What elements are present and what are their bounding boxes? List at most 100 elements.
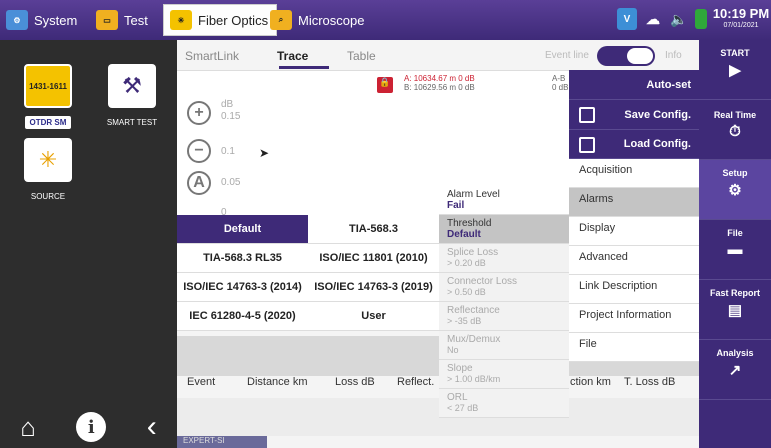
clock: 10:19 PM 07/01/2021 [711, 0, 771, 40]
alarm-mux-demux: Mux/Demux No [439, 331, 569, 360]
load-config-label: Load Config. [623, 138, 691, 150]
alarm-level[interactable]: Alarm Level Fail [439, 186, 569, 215]
home-icon[interactable]: ⌂ [20, 412, 36, 443]
alarm-slope: Slope > 1.00 dB/km [439, 360, 569, 389]
alarm-threshold[interactable]: Threshold Default [439, 215, 569, 244]
autoset-label: Auto-set [646, 78, 691, 91]
y-tick: 0.05 [221, 177, 241, 188]
start-label: START [720, 48, 750, 58]
tab-system[interactable]: ⚙ System [6, 4, 77, 36]
fast-report-button[interactable]: Fast Report ▤ [699, 280, 771, 340]
zoom-in-icon[interactable]: + [187, 101, 211, 125]
threshold-value: Default [447, 229, 481, 240]
report-icon: ▤ [727, 302, 743, 319]
col-event: Event [187, 376, 216, 388]
top-bar: ⚙ System ▭ Test ✳ Fiber Optics ⌕ Microsc… [0, 0, 771, 40]
marker-readout: A: 10634.67 m 0 dB B: 10629.56 m 0 dB [404, 74, 475, 92]
module-otdr-label: OTDR SM [24, 116, 72, 129]
clock-time: 10:19 PM [712, 6, 770, 21]
folder-icon: ▬ [727, 241, 743, 258]
std-tia-568-3-rl35[interactable]: TIA-568.3 RL35 [177, 244, 308, 273]
test-icon: ▭ [96, 10, 118, 30]
menu-link-description[interactable]: Link Description [569, 275, 699, 304]
left-sidebar: 1431-1611 OTDR SM ⚒ SMART TEST ✳ SOURCE [0, 40, 177, 448]
std-default[interactable]: Default [177, 215, 308, 244]
tab-fiber-optics-label: Fiber Optics [198, 12, 269, 28]
load-config-button[interactable]: Load Config. [569, 130, 699, 159]
vnc-icon[interactable]: V [617, 8, 637, 30]
module-otdr-sm[interactable]: 1431-1611 OTDR SM [8, 64, 88, 129]
menu-file[interactable]: File [569, 333, 699, 362]
tab-smartlink[interactable]: SmartLink [185, 49, 239, 63]
menu-display[interactable]: Display [569, 217, 699, 246]
splice-loss-value: > 0.20 dB [447, 258, 486, 268]
col-reflect: Reflect. [397, 376, 435, 388]
tab-test-label: Test [124, 12, 148, 28]
std-tia-568-3[interactable]: TIA-568.3 [308, 215, 439, 244]
std-iec-61280-2020[interactable]: IEC 61280-4-5 (2020) [177, 302, 308, 331]
fiber-icon: ✳ [170, 10, 192, 30]
alarm-reflectance: Reflectance > -35 dB [439, 302, 569, 331]
cloud-icon[interactable]: ☁ [643, 8, 663, 30]
menu-advanced[interactable]: Advanced [569, 246, 699, 275]
real-time-button[interactable]: Real Time ⏱ [699, 100, 771, 160]
module-smart-test-label: SMART TEST [106, 118, 158, 127]
slope-value: > 1.00 dB/km [447, 374, 501, 384]
start-button[interactable]: START ▶ [699, 40, 771, 100]
sub-tabs: SmartLink Trace Table Event line Info [177, 40, 699, 70]
info-icon[interactable]: i [76, 412, 107, 442]
col-distance: Distance km [247, 376, 308, 388]
tab-test[interactable]: ▭ Test [96, 4, 148, 36]
real-time-label: Real Time [713, 110, 757, 120]
alarm-connector-loss: Connector Loss > 0.50 dB [439, 273, 569, 302]
setup-label: Setup [722, 168, 748, 178]
status-icons: V ☁ 🔈 [617, 8, 707, 30]
module-source[interactable]: ✳ SOURCE [8, 138, 88, 203]
tab-fiber-optics[interactable]: ✳ Fiber Optics [163, 4, 278, 36]
autoscale-icon[interactable]: A [187, 171, 211, 195]
std-iso-14763-2019[interactable]: ISO/IEC 14763-3 (2019) [308, 273, 439, 302]
clock-date: 07/01/2021 [723, 22, 759, 29]
orl-label: ORL [447, 392, 468, 403]
event-line-toggle[interactable] [597, 46, 655, 66]
save-icon [579, 107, 595, 123]
file-label: File [727, 228, 743, 238]
alarm-level-value: Fail [447, 200, 465, 211]
menu-acquisition[interactable]: Acquisition [569, 159, 699, 188]
setup-button[interactable]: Setup ⚙ [699, 160, 771, 220]
tab-table[interactable]: Table [347, 49, 376, 63]
std-user[interactable]: User [308, 302, 439, 331]
module-smart-test[interactable]: ⚒ SMART TEST [92, 64, 172, 129]
analysis-icon: ↗ [728, 362, 742, 379]
alarm-orl: ORL < 27 dB [439, 389, 569, 418]
bottom-nav: ⌂ i ‹ [0, 406, 177, 448]
info-label: Info [665, 50, 682, 61]
col-total-loss: T. Loss dB [624, 376, 676, 388]
menu-project-information[interactable]: Project Information [569, 304, 699, 333]
y-unit: dB [221, 99, 234, 110]
file-button[interactable]: File ▬ [699, 220, 771, 280]
std-iso-14763-2014[interactable]: ISO/IEC 14763-3 (2014) [177, 273, 308, 302]
analysis-button[interactable]: Analysis ↗ [699, 340, 771, 400]
autoset-button[interactable]: Auto-set [569, 70, 699, 100]
play-icon: ▶ [729, 62, 741, 79]
results-table-body [177, 398, 699, 436]
tab-microscope[interactable]: ⌕ Microscope [270, 4, 364, 36]
cursor-pointer: ➤ [259, 146, 270, 160]
tab-microscope-label: Microscope [298, 12, 365, 28]
save-config-label: Save Config. [624, 108, 691, 121]
reflectance-label: Reflectance [447, 305, 500, 316]
back-icon[interactable]: ‹ [147, 410, 157, 444]
y-tick: 0.15 [221, 111, 241, 122]
fast-report-label: Fast Report [709, 288, 760, 298]
menu-alarms[interactable]: Alarms [569, 188, 699, 217]
tab-trace[interactable]: Trace [277, 49, 308, 63]
zoom-out-icon[interactable]: − [187, 139, 211, 163]
save-config-button[interactable]: Save Config. [569, 100, 699, 130]
std-iso-11801-2010[interactable]: ISO/IEC 11801 (2010) [308, 244, 439, 273]
speaker-icon[interactable]: 🔈 [669, 8, 689, 30]
lock-icon[interactable]: 🔒 [377, 77, 393, 93]
y-tick: 0.1 [221, 146, 235, 157]
expert-tab[interactable]: EXPERT-SI [177, 436, 267, 448]
microscope-icon: ⌕ [270, 10, 292, 30]
